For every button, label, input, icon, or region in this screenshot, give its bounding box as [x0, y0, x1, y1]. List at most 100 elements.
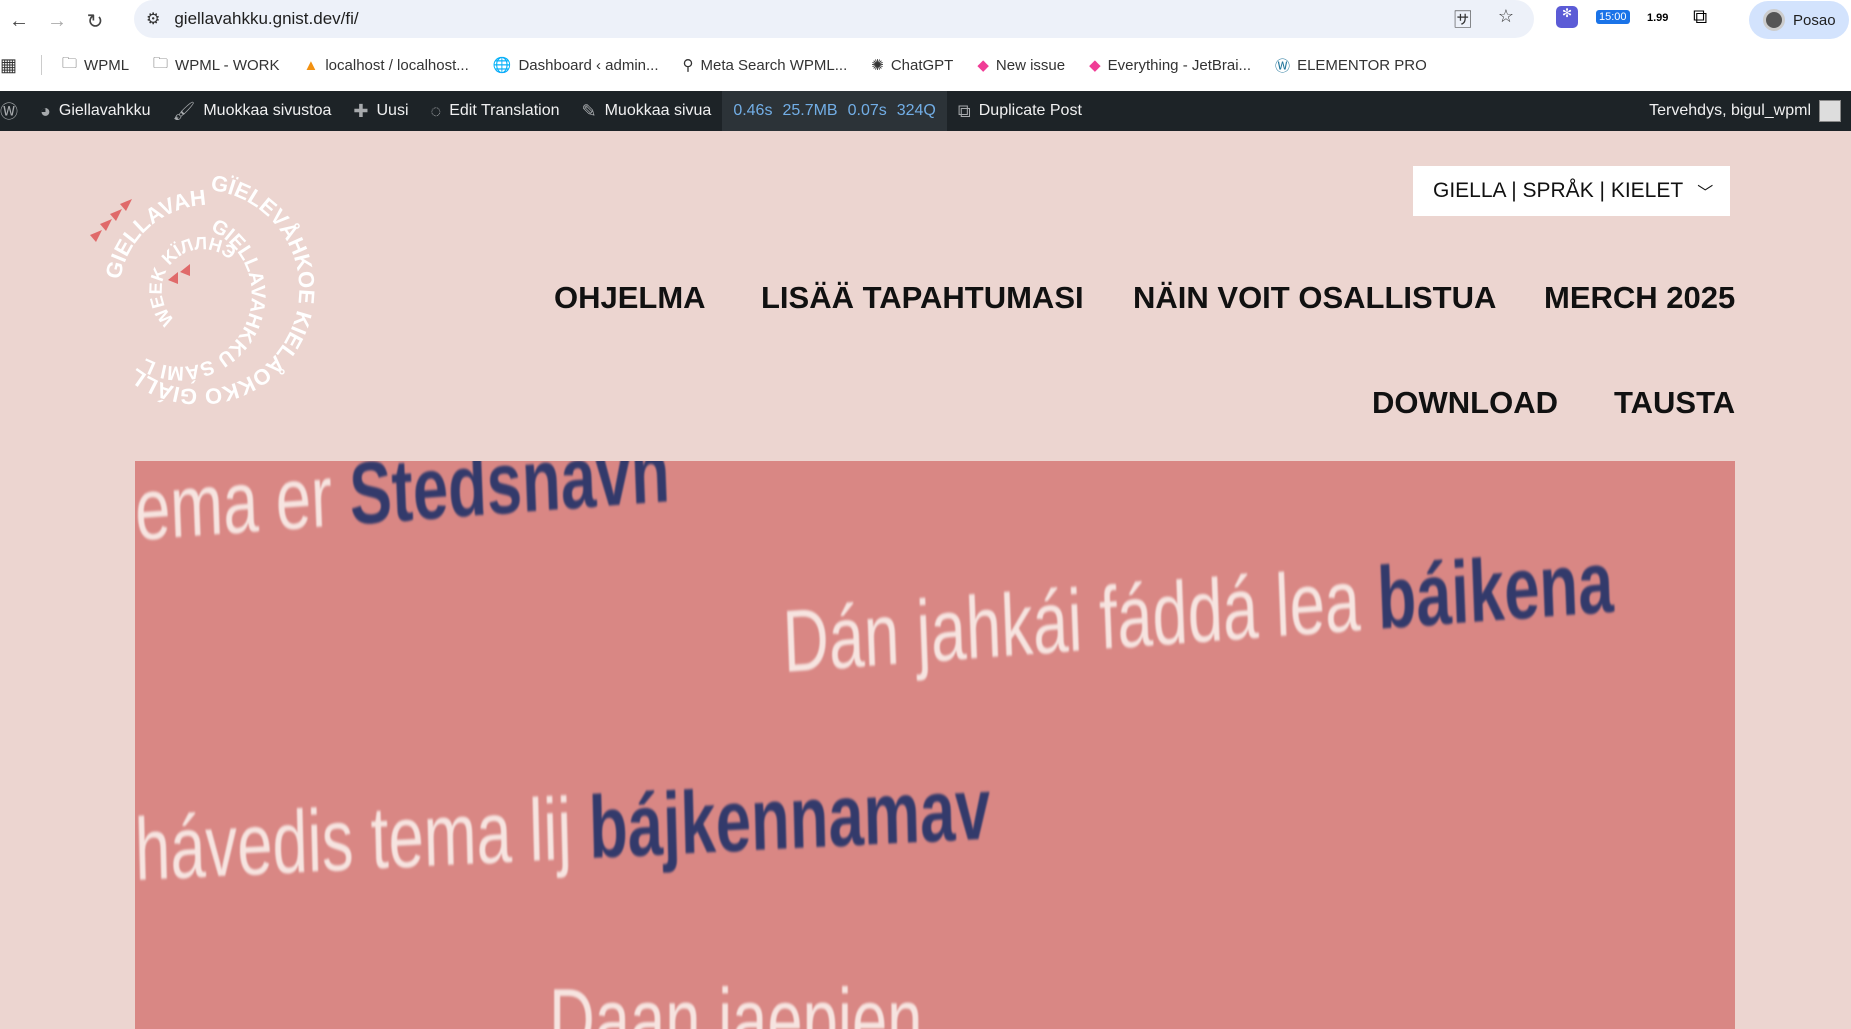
banner-text-light: ema er — [135, 461, 352, 559]
edit-page-menu[interactable]: ✎ Muokkaa sivua — [571, 91, 723, 131]
timer-extension[interactable]: 15:00 — [1596, 10, 1630, 24]
banner-text-dark: bájkennamav — [587, 758, 992, 877]
nav-merch-2025[interactable]: MERCH 2025 — [1544, 280, 1735, 316]
price-extension[interactable]: 1.99 — [1647, 12, 1668, 24]
extension-icon[interactable]: ✻ — [1556, 6, 1578, 28]
phpmyadmin-icon: ▲ — [303, 56, 319, 74]
customize-label: Muokkaa sivustoa — [203, 102, 332, 119]
address-bar[interactable]: ⚙ giellavahkku.gnist.dev/fi/ 🈂 ☆ — [134, 0, 1534, 38]
banner-line: Dán jahkái fáddá lea báikena — [781, 531, 1615, 693]
svg-text:GIELLAVAHKKO: GIELLAVAHKKO — [80, 160, 207, 281]
banner-text-light: Daan jaepien — [549, 970, 923, 1029]
bookmark-label: ELEMENTOR PRO — [1297, 56, 1427, 74]
bookmark-star-icon[interactable]: ☆ — [1498, 6, 1514, 32]
avatar — [1763, 9, 1785, 31]
profile-button[interactable]: Posao — [1749, 1, 1849, 39]
banner-line: hávedis tema lij bájkennamav — [135, 758, 992, 901]
new-content-menu[interactable]: ✚ Uusi — [342, 91, 419, 131]
greeting: Tervehdys, bigul_wpml — [1649, 102, 1811, 119]
my-account-menu[interactable]: Tervehdys, bigul_wpml — [1649, 91, 1841, 131]
nav-ohjelma[interactable]: OHJELMA — [554, 280, 706, 316]
page-time: 0.46s — [733, 102, 773, 119]
bookmark-label: ChatGPT — [890, 56, 954, 74]
wp-admin-bar: Ⓦ ◕ Giellavahkku 🖌 Muokkaa sivustoa ✚ Uusi … — [0, 91, 1851, 131]
nav-nain-voit-osallistua[interactable]: NÄIN VOIT OSALLISTUA — [1133, 280, 1496, 316]
duplicate-post-menu[interactable]: ⧉ Duplicate Post — [947, 91, 1093, 131]
bookmark-meta-search[interactable]: ⚲ Meta Search WPML... — [682, 56, 848, 75]
language-switcher-label: GIELLA | SPRÅK | KIELET — [1433, 179, 1684, 202]
dashboard-icon: ◕ — [40, 100, 51, 121]
nav-download[interactable]: DOWNLOAD — [1372, 385, 1558, 421]
duplicate-label: Duplicate Post — [978, 102, 1082, 119]
folder-icon: 🗀 — [153, 54, 169, 72]
bookmark-dashboard[interactable]: 🌐 Dashboard ‹ admin... — [492, 56, 659, 75]
duplicate-icon: ⧉ — [957, 100, 971, 121]
forward-icon[interactable]: → — [38, 10, 76, 33]
browser-chrome: ← → ↻ ⚙ giellavahkku.gnist.dev/fi/ 🈂 ☆ ✻ … — [0, 0, 1851, 91]
profile-name: Posao — [1793, 11, 1836, 29]
bookmark-chatgpt[interactable]: ✺ ChatGPT — [871, 56, 954, 75]
edit-translation-label: Edit Translation — [449, 102, 560, 119]
back-icon[interactable]: ← — [0, 10, 38, 33]
url-text[interactable]: giellavahkku.gnist.dev/fi/ — [174, 9, 358, 29]
site-name: Giellavahkku — [58, 102, 151, 119]
bookmark-everything[interactable]: ◆ Everything - JetBrai... — [1089, 56, 1252, 75]
banner-line: ema er Stedsnavn — [135, 461, 671, 561]
reload-icon[interactable]: ↻ — [76, 9, 114, 34]
timer-text: 15:00 — [1596, 10, 1630, 24]
edit-translation-menu[interactable]: ◌ Edit Translation — [420, 91, 571, 131]
bookmark-label: New issue — [995, 56, 1066, 74]
query-time: 0.07s — [847, 102, 887, 119]
site-logo[interactable]: GÏELEVÅHKOE KIELÅOKKO GIÁLLAVAHKKU GIELL… — [71, 140, 340, 430]
bookmark-label: Dashboard ‹ admin... — [518, 56, 659, 74]
bookmark-phpmyadmin[interactable]: ▲ localhost / localhost... — [303, 57, 468, 74]
site-name-menu[interactable]: ◕ Giellavahkku — [29, 91, 161, 131]
query-monitor-menu[interactable]: 0.46s 25.7MB 0.07s 324Q — [722, 91, 947, 131]
chatgpt-icon: ✺ — [871, 57, 884, 74]
jetbrains-icon: ◆ — [1089, 57, 1101, 74]
banner-text-dark: báikena — [1375, 531, 1615, 648]
bookmark-label: Everything - JetBrai... — [1107, 56, 1252, 74]
wordpress-icon: Ⓦ — [1275, 57, 1291, 75]
logo-spiral-graphic: GÏELEVÅHKOE KIELÅOKKO GIÁLLAVAHKKU GIELL… — [71, 140, 319, 410]
search-icon: ⚲ — [682, 57, 694, 74]
bookmarks-bar: ▦ 🗀 WPML 🗀 WPML - WORK ▲ localhost / localh… — [0, 46, 1451, 84]
query-count: 324Q — [896, 102, 936, 119]
bookmark-label: localhost / localhost... — [325, 56, 469, 74]
plus-icon: ✚ — [353, 100, 369, 121]
translation-icon: ◌ — [430, 100, 442, 121]
banner-text-light: Dán jahkái fáddá lea — [781, 548, 1380, 691]
translate-icon[interactable]: 🈂 — [1454, 6, 1472, 32]
bookmark-label: WPML — [84, 56, 130, 74]
bookmark-elementor[interactable]: Ⓦ ELEMENTOR PRO — [1275, 55, 1427, 76]
folder-icon: 🗀 — [62, 54, 78, 72]
bookmark-new-issue[interactable]: ◆ New issue — [977, 56, 1066, 75]
extensions-puzzle-icon[interactable]: ⧉ — [1693, 6, 1707, 29]
price-text: 1.99 — [1647, 12, 1669, 24]
bookmark-wpml-work[interactable]: 🗀 WPML - WORK — [153, 53, 279, 78]
banner-line: Daan jaepien — [549, 969, 922, 1029]
new-label: Uusi — [376, 102, 409, 119]
edit-page-label: Muokkaa sivua — [604, 102, 712, 119]
pencil-icon: ✎ — [581, 100, 597, 121]
nav-lisaa-tapahtumasi[interactable]: LISÄÄ TAPAHTUMASI — [761, 280, 1084, 316]
bookmark-wpml[interactable]: 🗀 WPML — [62, 53, 129, 78]
wordpress-icon: Ⓦ — [0, 102, 18, 122]
site-info-icon[interactable]: ⚙ — [146, 9, 160, 29]
globe-icon: 🌐 — [492, 57, 512, 74]
memory-usage: 25.7MB — [782, 102, 838, 119]
bookmark-label: Meta Search WPML... — [700, 56, 848, 74]
user-avatar — [1819, 100, 1841, 122]
wp-logo-menu[interactable]: Ⓦ — [0, 91, 29, 131]
paintbrush-icon: 🖌 — [172, 100, 196, 121]
browser-toolbar: ← → ↻ ⚙ giellavahkku.gnist.dev/fi/ 🈂 ☆ ✻ … — [0, 0, 1851, 42]
language-switcher[interactable]: GIELLA | SPRÅK | KIELET ﹀ — [1413, 166, 1730, 216]
chevron-down-icon: ﹀ — [1697, 185, 1714, 202]
bookmark-label: WPML - WORK — [175, 56, 280, 74]
hero-banner: ema er Stedsnavn Dán jahkái fáddá lea bá… — [135, 461, 1735, 1029]
nav-tausta[interactable]: TAUSTA — [1614, 385, 1735, 421]
banner-text-light: hávedis tema lij — [135, 778, 591, 899]
customize-menu[interactable]: 🖌 Muokkaa sivustoa — [161, 91, 342, 131]
banner-text-dark: Stedsnavn — [347, 461, 672, 544]
apps-icon[interactable]: ▦ — [0, 55, 17, 76]
